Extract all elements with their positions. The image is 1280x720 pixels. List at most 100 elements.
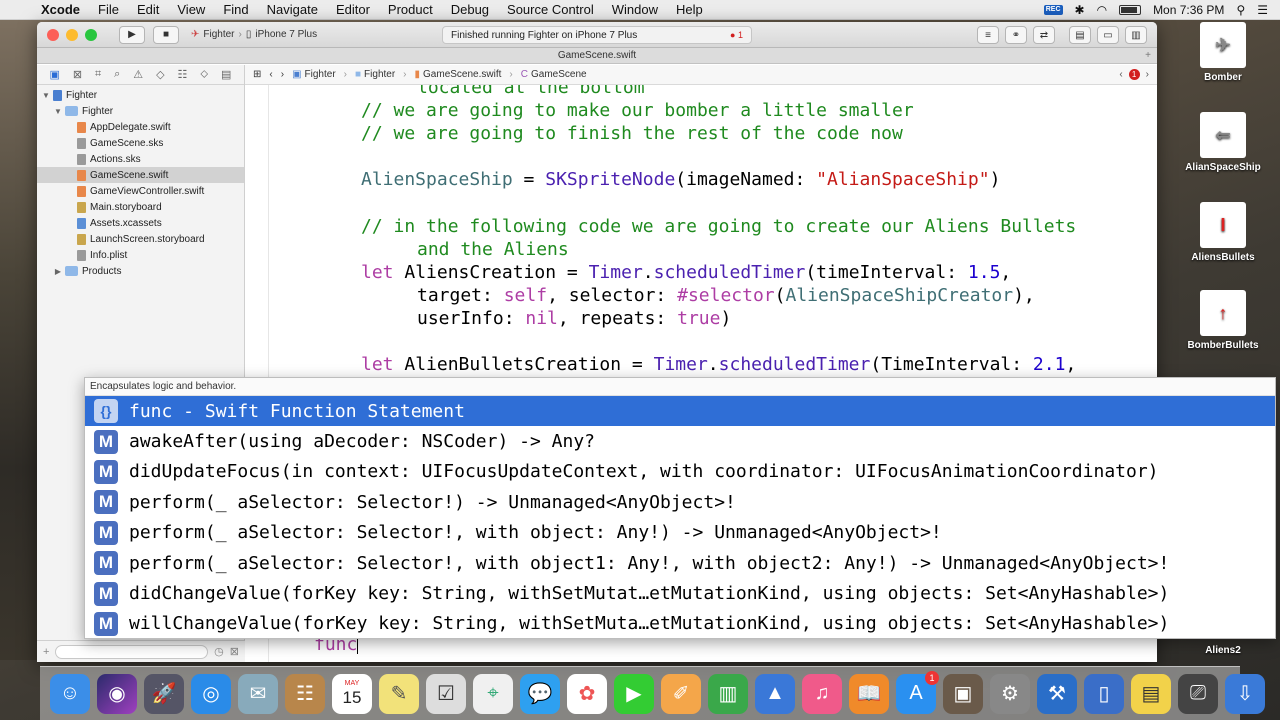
menu-window[interactable]: Window — [603, 2, 667, 17]
completion-item[interactable]: M perform(_ aSelector: Selector!) -> Unm… — [85, 487, 1275, 517]
numbers-icon[interactable]: ▥ — [708, 673, 748, 714]
menu-navigate[interactable]: Navigate — [258, 2, 327, 17]
assistant-editor-icon[interactable]: ⚭ — [1005, 26, 1027, 44]
notes-icon[interactable]: ✎ — [379, 673, 419, 714]
xcode-icon[interactable]: ⚒ — [1037, 673, 1077, 714]
menu-debug[interactable]: Debug — [442, 2, 498, 17]
symbol-navigator-icon[interactable]: ⌗ — [95, 68, 101, 81]
spotlight-search-icon[interactable]: ⚲ — [1236, 3, 1245, 17]
version-editor-icon[interactable]: ⇄ — [1033, 26, 1055, 44]
keynote-icon[interactable]: ▲ — [755, 673, 795, 714]
completion-item[interactable]: M didUpdateFocus(in context: UIFocusUpda… — [85, 457, 1275, 487]
error-count-badge[interactable]: ● 1 — [730, 30, 743, 40]
contacts-icon[interactable]: ☷ — [285, 673, 325, 714]
siri-icon[interactable]: ◉ — [97, 673, 137, 714]
next-issue-icon[interactable]: › — [1146, 69, 1149, 80]
recent-files-icon[interactable]: ◷ — [214, 645, 224, 658]
stop-button[interactable]: ■ — [153, 25, 179, 44]
photo-booth-icon[interactable]: ▣ — [943, 673, 983, 714]
issue-navigator-icon[interactable]: ⚠ — [133, 68, 143, 81]
completion-item[interactable]: M didChangeValue(forKey key: String, wit… — [85, 578, 1275, 608]
app-folder-icon[interactable]: ▤ — [1131, 673, 1171, 714]
completion-item[interactable]: M awakeAfter(using aDecoder: NSCoder) ->… — [85, 426, 1275, 456]
scheme-selector[interactable]: ✈ Fighter › ▯ iPhone 7 Plus — [191, 29, 317, 40]
forward-arrow-icon[interactable]: › — [281, 69, 284, 80]
wifi-icon[interactable]: ◠ — [1097, 3, 1107, 17]
messages-icon[interactable]: 💬 — [520, 673, 560, 714]
itunes-icon[interactable]: ♫ — [802, 673, 842, 714]
bluetooth-icon[interactable]: ✱ — [1075, 3, 1085, 17]
breadcrumb-project[interactable]: ▣ Fighter — [292, 69, 336, 80]
calendar-icon[interactable]: MAY 15 — [332, 673, 372, 714]
photos-icon[interactable]: ✿ — [567, 673, 607, 714]
project-navigator-icon[interactable]: ▣ — [49, 68, 59, 81]
activity-status-field[interactable]: Finished running Fighter on iPhone 7 Plu… — [442, 26, 752, 44]
desktop-file-bomber[interactable]: ✈ Bomber — [1178, 22, 1268, 83]
standard-editor-icon[interactable]: ≡ — [977, 26, 999, 44]
related-items-icon[interactable]: ⊞ — [253, 69, 261, 80]
toggle-utilities-icon[interactable]: ▥ — [1125, 26, 1147, 44]
tree-file-row[interactable]: Info.plist — [37, 247, 244, 263]
tree-file-row[interactable]: Actions.sks — [37, 151, 244, 167]
debug-navigator-icon[interactable]: ☷ — [178, 68, 188, 81]
reminders-icon[interactable]: ☑ — [426, 673, 466, 714]
tree-project-fighter[interactable]: ▼ Fighter — [37, 87, 244, 103]
zoom-window-button[interactable] — [85, 28, 97, 41]
tree-file-row[interactable]: Main.storyboard — [37, 199, 244, 215]
simulator-icon[interactable]: ▯ — [1084, 673, 1124, 714]
facetime-icon[interactable]: ▶ — [614, 673, 654, 714]
completion-item[interactable]: M perform(_ aSelector: Selector!, with o… — [85, 548, 1275, 578]
recording-indicator-icon[interactable]: REC — [1043, 4, 1063, 15]
breakpoint-navigator-icon[interactable]: ⬦ — [200, 68, 208, 81]
toggle-debug-area-icon[interactable]: ▭ — [1097, 26, 1119, 44]
downloads-folder-icon[interactable]: ⇩ — [1225, 673, 1265, 714]
notification-center-icon[interactable]: ☰ — [1257, 3, 1268, 17]
menu-product[interactable]: Product — [379, 2, 442, 17]
breadcrumb-group[interactable]: ■ Fighter — [355, 69, 395, 80]
finder-icon[interactable]: ☺ — [50, 673, 90, 714]
desktop-file-bomberbullets[interactable]: ↑ BomberBullets — [1178, 290, 1268, 351]
report-navigator-icon[interactable]: ▤ — [221, 68, 231, 81]
tree-file-row[interactable]: GameScene.sks — [37, 135, 244, 151]
find-navigator-icon[interactable]: ⌕ — [114, 68, 120, 81]
menu-help[interactable]: Help — [667, 2, 712, 17]
maps-icon[interactable]: ⌖ — [473, 673, 513, 714]
menu-editor[interactable]: Editor — [327, 2, 379, 17]
menu-view[interactable]: View — [168, 2, 214, 17]
add-file-icon[interactable]: + — [43, 646, 49, 658]
menu-find[interactable]: Find — [214, 2, 257, 17]
new-tab-icon[interactable]: + — [1145, 48, 1151, 63]
source-control-filter-icon[interactable]: ⊠ — [230, 645, 239, 658]
close-window-button[interactable] — [47, 28, 59, 41]
tab-gamescene-swift[interactable]: GameScene.swift — [558, 50, 636, 61]
test-navigator-icon[interactable]: ◇ — [156, 68, 164, 81]
breadcrumb-class[interactable]: C GameScene — [521, 69, 587, 80]
tree-group-products[interactable]: ▶ Products — [37, 263, 244, 279]
menu-edit[interactable]: Edit — [128, 2, 168, 17]
desktop-file-aliens2[interactable]: Aliens2 — [1178, 645, 1268, 656]
desktop-file-aliensbullets[interactable]: I AliensBullets — [1178, 202, 1268, 263]
tree-file-row-selected[interactable]: GameScene.swift — [37, 167, 244, 183]
completion-item[interactable]: M willChangeValue(forKey key: String, wi… — [85, 609, 1275, 639]
run-button[interactable]: ▶ — [119, 25, 145, 44]
system-preferences-icon[interactable]: ⚙ — [990, 673, 1030, 714]
breadcrumb-file[interactable]: ▮ GameScene.swift — [415, 69, 502, 80]
tree-file-row[interactable]: GameViewController.swift — [37, 183, 244, 199]
pages-icon[interactable]: ✐ — [661, 673, 701, 714]
back-arrow-icon[interactable]: ‹ — [269, 69, 272, 80]
safari-icon[interactable]: ◎ — [191, 673, 231, 714]
minimize-window-button[interactable] — [66, 28, 78, 41]
menu-app-name[interactable]: Xcode — [32, 2, 89, 17]
tree-file-row[interactable]: Assets.xcassets — [37, 215, 244, 231]
disclosure-closed-icon[interactable]: ▶ — [53, 267, 63, 276]
completion-item-selected[interactable]: {} func - Swift Function Statement — [85, 396, 1275, 427]
completion-item[interactable]: M perform(_ aSelector: Selector!, with o… — [85, 518, 1275, 548]
launchpad-icon[interactable]: 🚀 — [144, 673, 184, 714]
navigator-filter-input[interactable] — [55, 644, 209, 659]
source-control-navigator-icon[interactable]: ⊠ — [73, 68, 82, 81]
app-store-icon[interactable]: A1 — [896, 670, 939, 714]
battery-icon[interactable] — [1119, 4, 1142, 15]
previous-issue-icon[interactable]: ‹ — [1119, 69, 1122, 80]
issue-count-badge[interactable]: 1 — [1128, 69, 1140, 80]
ibooks-icon[interactable]: 📖 — [849, 673, 889, 714]
